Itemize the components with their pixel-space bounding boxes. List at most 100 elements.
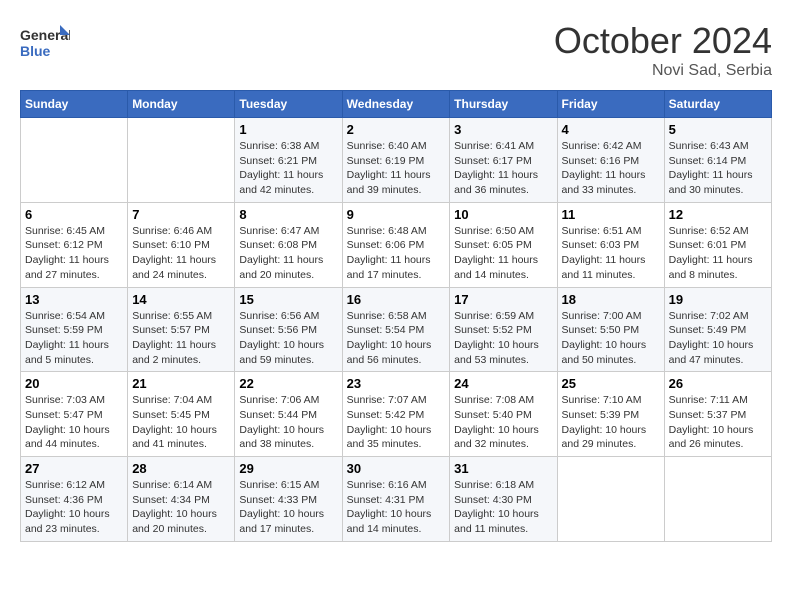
day-info: Sunrise: 6:45 AM Sunset: 6:12 PM Dayligh… xyxy=(25,224,123,283)
calendar-cell: 9 Sunrise: 6:48 AM Sunset: 6:06 PM Daylig… xyxy=(342,202,450,287)
calendar-cell: 18 Sunrise: 7:00 AM Sunset: 5:50 PM Dayli… xyxy=(557,287,664,372)
day-number: 14 xyxy=(132,292,230,307)
day-info: Sunrise: 6:59 AM Sunset: 5:52 PM Dayligh… xyxy=(454,309,552,368)
calendar-cell: 3Sunrise: 6:41 AM Sunset: 6:17 PM Daylig… xyxy=(450,118,557,203)
day-info: Sunrise: 6:46 AM Sunset: 6:10 PM Dayligh… xyxy=(132,224,230,283)
month-title: October 2024 xyxy=(554,20,772,62)
logo-icon: General Blue xyxy=(20,20,70,60)
calendar-body: 1 Sunrise: 6:38 AM Sunset: 6:21 PM Daylig… xyxy=(21,118,772,542)
calendar-cell: 25 Sunrise: 7:10 AM Sunset: 5:39 PM Dayli… xyxy=(557,372,664,457)
day-number: 20 xyxy=(25,376,123,391)
day-info: Sunrise: 7:11 AM Sunset: 5:37 PM Dayligh… xyxy=(669,393,767,452)
day-info: Sunrise: 6:41 AM Sunset: 6:17 PM Dayligh… xyxy=(454,139,552,198)
day-info: Sunrise: 6:50 AM Sunset: 6:05 PM Dayligh… xyxy=(454,224,552,283)
day-info: Sunrise: 6:58 AM Sunset: 5:54 PM Dayligh… xyxy=(347,309,446,368)
day-number: 22 xyxy=(239,376,337,391)
title-block: October 2024 Novi Sad, Serbia xyxy=(554,20,772,80)
day-number: 16 xyxy=(347,292,446,307)
location: Novi Sad, Serbia xyxy=(554,62,772,80)
calendar-cell: 14 Sunrise: 6:55 AM Sunset: 5:57 PM Dayli… xyxy=(128,287,235,372)
day-info: Sunrise: 6:43 AM Sunset: 6:14 PM Dayligh… xyxy=(669,139,767,198)
day-info: Sunrise: 6:42 AM Sunset: 6:16 PM Dayligh… xyxy=(562,139,660,198)
day-of-week-header: Sunday xyxy=(21,91,128,118)
calendar-cell: 11 Sunrise: 6:51 AM Sunset: 6:03 PM Dayli… xyxy=(557,202,664,287)
calendar-table: SundayMondayTuesdayWednesdayThursdayFrid… xyxy=(20,90,772,542)
day-number: 8 xyxy=(239,207,337,222)
page-header: General Blue October 2024 Novi Sad, Serb… xyxy=(20,20,772,80)
calendar-cell: 17 Sunrise: 6:59 AM Sunset: 5:52 PM Dayli… xyxy=(450,287,557,372)
calendar-cell: 13Sunrise: 6:54 AM Sunset: 5:59 PM Dayli… xyxy=(21,287,128,372)
calendar-cell xyxy=(21,118,128,203)
calendar-week-row: 1 Sunrise: 6:38 AM Sunset: 6:21 PM Daylig… xyxy=(21,118,772,203)
calendar-cell: 10Sunrise: 6:50 AM Sunset: 6:05 PM Dayli… xyxy=(450,202,557,287)
calendar-cell: 1 Sunrise: 6:38 AM Sunset: 6:21 PM Daylig… xyxy=(235,118,342,203)
calendar-cell: 22 Sunrise: 7:06 AM Sunset: 5:44 PM Dayli… xyxy=(235,372,342,457)
day-number: 15 xyxy=(239,292,337,307)
calendar-cell: 30 Sunrise: 6:16 AM Sunset: 4:31 PM Dayli… xyxy=(342,457,450,542)
day-number: 11 xyxy=(562,207,660,222)
day-number: 27 xyxy=(25,461,123,476)
calendar-week-row: 27 Sunrise: 6:12 AM Sunset: 4:36 PM Dayli… xyxy=(21,457,772,542)
calendar-cell: 26Sunrise: 7:11 AM Sunset: 5:37 PM Dayli… xyxy=(664,372,771,457)
day-info: Sunrise: 6:12 AM Sunset: 4:36 PM Dayligh… xyxy=(25,478,123,537)
calendar-cell: 4 Sunrise: 6:42 AM Sunset: 6:16 PM Daylig… xyxy=(557,118,664,203)
day-info: Sunrise: 7:06 AM Sunset: 5:44 PM Dayligh… xyxy=(239,393,337,452)
calendar-week-row: 13Sunrise: 6:54 AM Sunset: 5:59 PM Dayli… xyxy=(21,287,772,372)
calendar-week-row: 20 Sunrise: 7:03 AM Sunset: 5:47 PM Dayli… xyxy=(21,372,772,457)
day-info: Sunrise: 6:56 AM Sunset: 5:56 PM Dayligh… xyxy=(239,309,337,368)
calendar-cell: 8 Sunrise: 6:47 AM Sunset: 6:08 PM Daylig… xyxy=(235,202,342,287)
calendar-cell: 29Sunrise: 6:15 AM Sunset: 4:33 PM Dayli… xyxy=(235,457,342,542)
day-info: Sunrise: 7:04 AM Sunset: 5:45 PM Dayligh… xyxy=(132,393,230,452)
day-number: 25 xyxy=(562,376,660,391)
day-number: 6 xyxy=(25,207,123,222)
day-number: 28 xyxy=(132,461,230,476)
day-number: 4 xyxy=(562,122,660,137)
day-info: Sunrise: 6:18 AM Sunset: 4:30 PM Dayligh… xyxy=(454,478,552,537)
day-info: Sunrise: 6:40 AM Sunset: 6:19 PM Dayligh… xyxy=(347,139,446,198)
day-info: Sunrise: 6:47 AM Sunset: 6:08 PM Dayligh… xyxy=(239,224,337,283)
calendar-header-row: SundayMondayTuesdayWednesdayThursdayFrid… xyxy=(21,91,772,118)
day-info: Sunrise: 6:48 AM Sunset: 6:06 PM Dayligh… xyxy=(347,224,446,283)
day-number: 9 xyxy=(347,207,446,222)
day-info: Sunrise: 7:03 AM Sunset: 5:47 PM Dayligh… xyxy=(25,393,123,452)
day-number: 21 xyxy=(132,376,230,391)
day-info: Sunrise: 7:08 AM Sunset: 5:40 PM Dayligh… xyxy=(454,393,552,452)
day-info: Sunrise: 6:16 AM Sunset: 4:31 PM Dayligh… xyxy=(347,478,446,537)
day-number: 19 xyxy=(669,292,767,307)
day-info: Sunrise: 6:54 AM Sunset: 5:59 PM Dayligh… xyxy=(25,309,123,368)
day-number: 30 xyxy=(347,461,446,476)
calendar-cell: 27 Sunrise: 6:12 AM Sunset: 4:36 PM Dayli… xyxy=(21,457,128,542)
day-info: Sunrise: 7:02 AM Sunset: 5:49 PM Dayligh… xyxy=(669,309,767,368)
day-number: 23 xyxy=(347,376,446,391)
day-number: 31 xyxy=(454,461,552,476)
calendar-cell xyxy=(557,457,664,542)
day-info: Sunrise: 7:00 AM Sunset: 5:50 PM Dayligh… xyxy=(562,309,660,368)
calendar-cell xyxy=(128,118,235,203)
day-of-week-header: Friday xyxy=(557,91,664,118)
day-info: Sunrise: 6:51 AM Sunset: 6:03 PM Dayligh… xyxy=(562,224,660,283)
day-of-week-header: Tuesday xyxy=(235,91,342,118)
day-info: Sunrise: 7:07 AM Sunset: 5:42 PM Dayligh… xyxy=(347,393,446,452)
calendar-cell: 31 Sunrise: 6:18 AM Sunset: 4:30 PM Dayli… xyxy=(450,457,557,542)
day-number: 12 xyxy=(669,207,767,222)
day-number: 29 xyxy=(239,461,337,476)
calendar-cell: 24 Sunrise: 7:08 AM Sunset: 5:40 PM Dayli… xyxy=(450,372,557,457)
day-info: Sunrise: 7:10 AM Sunset: 5:39 PM Dayligh… xyxy=(562,393,660,452)
day-number: 18 xyxy=(562,292,660,307)
day-info: Sunrise: 6:52 AM Sunset: 6:01 PM Dayligh… xyxy=(669,224,767,283)
calendar-cell: 20 Sunrise: 7:03 AM Sunset: 5:47 PM Dayli… xyxy=(21,372,128,457)
calendar-cell: 6 Sunrise: 6:45 AM Sunset: 6:12 PM Daylig… xyxy=(21,202,128,287)
day-number: 1 xyxy=(239,122,337,137)
day-number: 24 xyxy=(454,376,552,391)
day-info: Sunrise: 6:38 AM Sunset: 6:21 PM Dayligh… xyxy=(239,139,337,198)
calendar-cell: 21 Sunrise: 7:04 AM Sunset: 5:45 PM Dayli… xyxy=(128,372,235,457)
day-info: Sunrise: 6:55 AM Sunset: 5:57 PM Dayligh… xyxy=(132,309,230,368)
calendar-cell: 19 Sunrise: 7:02 AM Sunset: 5:49 PM Dayli… xyxy=(664,287,771,372)
day-of-week-header: Saturday xyxy=(664,91,771,118)
day-info: Sunrise: 6:14 AM Sunset: 4:34 PM Dayligh… xyxy=(132,478,230,537)
calendar-week-row: 6 Sunrise: 6:45 AM Sunset: 6:12 PM Daylig… xyxy=(21,202,772,287)
calendar-cell: 16 Sunrise: 6:58 AM Sunset: 5:54 PM Dayli… xyxy=(342,287,450,372)
day-number: 17 xyxy=(454,292,552,307)
calendar-cell: 15 Sunrise: 6:56 AM Sunset: 5:56 PM Dayli… xyxy=(235,287,342,372)
calendar-cell: 28 Sunrise: 6:14 AM Sunset: 4:34 PM Dayli… xyxy=(128,457,235,542)
